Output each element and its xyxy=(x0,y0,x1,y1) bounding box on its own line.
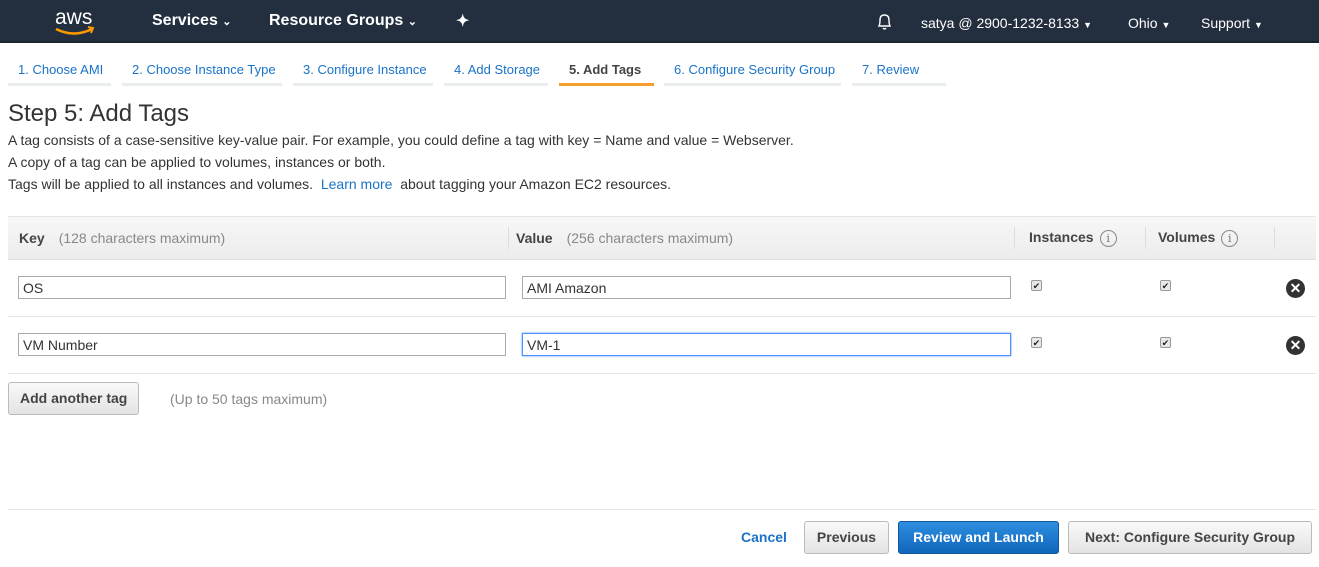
account-menu[interactable]: satya @ 2900-1232-8133 ▼ xyxy=(921,15,1092,31)
resource-groups-label: Resource Groups xyxy=(269,12,404,29)
svg-text:aws: aws xyxy=(55,6,92,29)
footer-divider xyxy=(8,509,1316,510)
tab-choose-ami[interactable]: 1. Choose AMI xyxy=(8,58,111,86)
table-row: ✔ ✔ ✕ xyxy=(8,317,1316,374)
instances-checkbox[interactable]: ✔ xyxy=(1031,337,1042,348)
next-configure-security-group-button[interactable]: Next: Configure Security Group xyxy=(1068,521,1312,554)
region-menu[interactable]: Ohio ▼ xyxy=(1128,15,1170,31)
instances-header: Instances i xyxy=(1029,229,1117,247)
page-title: Step 5: Add Tags xyxy=(8,100,190,127)
value-header-label: Value xyxy=(516,230,553,246)
bell-icon[interactable] xyxy=(876,13,893,31)
info-icon[interactable]: i xyxy=(1221,230,1239,247)
value-input[interactable] xyxy=(522,333,1011,356)
tab-configure-security-group[interactable]: 6. Configure Security Group xyxy=(664,58,841,86)
tab-configure-instance[interactable]: 3. Configure Instance xyxy=(293,58,433,86)
description-line: Tags will be applied to all instances an… xyxy=(8,176,671,192)
chevron-down-icon: ⌄ xyxy=(222,16,232,28)
divider xyxy=(1014,227,1015,249)
divider xyxy=(1145,227,1146,249)
key-header: Key (128 characters maximum) xyxy=(19,230,225,246)
volumes-checkbox[interactable]: ✔ xyxy=(1160,280,1171,291)
region-label: Ohio xyxy=(1128,15,1158,31)
volumes-label: Volumes xyxy=(1158,229,1216,245)
services-label: Services xyxy=(152,12,218,29)
previous-button[interactable]: Previous xyxy=(804,521,889,554)
learn-more-link[interactable]: Learn more xyxy=(321,176,393,192)
description-text: Tags will be applied to all instances an… xyxy=(8,176,314,192)
info-icon[interactable]: i xyxy=(1099,230,1117,247)
cancel-link[interactable]: Cancel xyxy=(741,529,787,545)
key-input[interactable] xyxy=(18,333,506,356)
volumes-checkbox[interactable]: ✔ xyxy=(1160,337,1171,348)
tags-table-header: Key (128 characters maximum) Value (256 ch… xyxy=(8,216,1316,260)
caret-down-icon: ▼ xyxy=(1253,20,1263,30)
table-row: ✔ ✔ ✕ xyxy=(8,260,1316,317)
services-menu[interactable]: Services ⌄ xyxy=(152,12,232,30)
description-text: about tagging your Amazon EC2 resources. xyxy=(400,176,672,192)
caret-down-icon: ▼ xyxy=(1083,20,1093,30)
instances-label: Instances xyxy=(1029,229,1094,245)
add-another-tag-button[interactable]: Add another tag xyxy=(8,382,140,415)
instances-checkbox[interactable]: ✔ xyxy=(1031,280,1042,291)
support-label: Support xyxy=(1201,15,1251,31)
volumes-header: Volumes i xyxy=(1158,229,1239,247)
divider xyxy=(1274,227,1275,249)
review-and-launch-button[interactable]: Review and Launch xyxy=(898,521,1059,554)
key-hint: (128 characters maximum) xyxy=(58,230,226,246)
description-line: A tag consists of a case-sensitive key-v… xyxy=(8,132,794,148)
value-input[interactable] xyxy=(522,276,1011,299)
pin-icon[interactable]: ✦ xyxy=(456,11,469,31)
tab-choose-instance-type[interactable]: 2. Choose Instance Type xyxy=(122,58,282,86)
caret-down-icon: ▼ xyxy=(1161,20,1171,30)
top-nav: aws Services ⌄ Resource Groups ⌄ ✦ satya… xyxy=(0,0,1319,43)
value-header: Value (256 characters maximum) xyxy=(516,230,733,246)
key-header-label: Key xyxy=(19,230,45,246)
tag-limit-hint: (Up to 50 tags maximum) xyxy=(170,391,328,407)
tab-add-storage[interactable]: 4. Add Storage xyxy=(444,58,548,86)
aws-logo[interactable]: aws xyxy=(52,4,98,38)
key-input[interactable] xyxy=(18,276,506,299)
resource-groups-menu[interactable]: Resource Groups ⌄ xyxy=(269,12,417,30)
description-line: A copy of a tag can be applied to volume… xyxy=(8,154,386,170)
remove-tag-icon[interactable]: ✕ xyxy=(1286,279,1305,298)
support-menu[interactable]: Support ▼ xyxy=(1201,15,1263,31)
value-hint: (256 characters maximum) xyxy=(566,230,734,246)
divider xyxy=(508,227,509,249)
tab-add-tags[interactable]: 5. Add Tags xyxy=(559,58,654,86)
remove-tag-icon[interactable]: ✕ xyxy=(1286,336,1305,355)
chevron-down-icon: ⌄ xyxy=(407,16,417,28)
tab-review[interactable]: 7. Review xyxy=(852,58,946,86)
account-label: satya @ 2900-1232-8133 xyxy=(921,15,1080,31)
